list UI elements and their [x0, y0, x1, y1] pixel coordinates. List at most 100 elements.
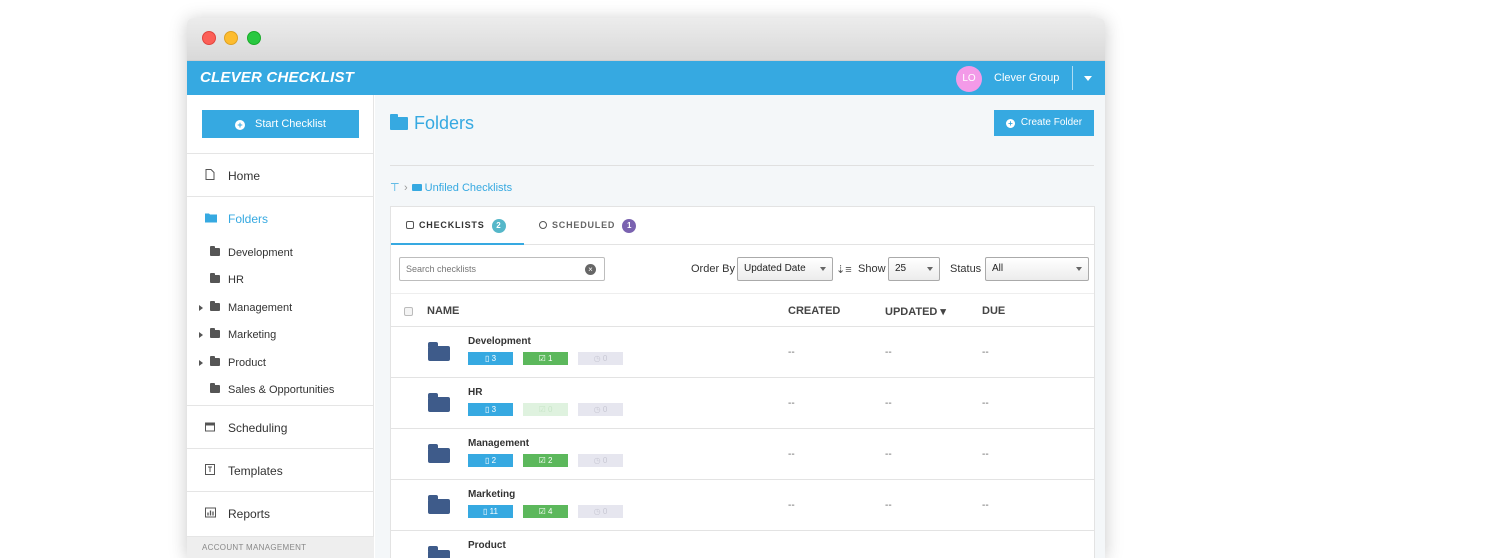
- folder-icon: [428, 342, 450, 361]
- divider: [390, 165, 1094, 166]
- completed-count: 4: [547, 507, 553, 516]
- tab-label: SCHEDULED: [552, 220, 616, 230]
- start-checklist-button[interactable]: + Start Checklist: [202, 110, 359, 138]
- scheduled-count-badge: ◷ 0: [578, 454, 623, 467]
- select-all-checkbox[interactable]: [404, 307, 413, 316]
- column-header-name[interactable]: NAME: [427, 305, 459, 317]
- org-name[interactable]: Clever Group: [994, 72, 1059, 84]
- clock-icon: ◷: [593, 405, 603, 414]
- sidebar-folder-label: Product: [228, 357, 266, 369]
- table-row[interactable]: HR ▯ 3 ☑ 0 ◷ 0 -- -- --: [391, 378, 1094, 429]
- folder-name[interactable]: Marketing: [468, 489, 515, 500]
- expand-caret-icon[interactable]: [199, 332, 203, 338]
- sidebar-folder-development[interactable]: Development: [187, 240, 374, 267]
- sidebar-item-scheduling[interactable]: Scheduling: [187, 405, 374, 448]
- checklists-icon: [406, 221, 414, 229]
- order-by-label: Order By: [691, 263, 736, 275]
- sitemap-icon[interactable]: ⊤: [390, 181, 400, 194]
- show-select[interactable]: 25: [888, 257, 940, 281]
- sidebar-folder-hr[interactable]: HR: [187, 267, 374, 294]
- table-row[interactable]: Management ▯ 2 ☑ 2 ◷ 0 -- -- --: [391, 429, 1094, 480]
- column-header-due[interactable]: DUE: [982, 305, 1005, 317]
- completed-count: 0: [547, 405, 553, 414]
- sidebar-folder-sales[interactable]: Sales & Opportunities: [187, 377, 374, 404]
- checklist-count-badge: ▯ 11: [468, 505, 513, 518]
- tab-label: CHECKLISTS: [419, 220, 485, 230]
- table-row[interactable]: Development ▯ 3 ☑ 1 ◷ 0 -- -- --: [391, 327, 1094, 378]
- folder-icon: [210, 273, 220, 283]
- check-square-icon: ☑: [538, 456, 548, 465]
- minimize-window-button[interactable]: [224, 31, 238, 45]
- status-label: Status: [950, 263, 982, 275]
- folder-name[interactable]: HR: [468, 387, 482, 398]
- start-checklist-label: Start Checklist: [255, 118, 326, 130]
- search-input[interactable]: [399, 257, 605, 281]
- breadcrumb-separator-icon: ›: [404, 182, 408, 194]
- main-content: Folders + Create Folder ⊤ › Unfiled Checkli…: [375, 95, 1105, 558]
- sidebar-item-folders[interactable]: Folders: [187, 196, 374, 239]
- table-row[interactable]: Marketing ▯ 11 ☑ 4 ◷ 0 -- -- --: [391, 480, 1094, 531]
- sort-direction-icon[interactable]: ⇣≡: [836, 263, 852, 276]
- clock-icon: ◷: [593, 456, 603, 465]
- folder-icon: [428, 444, 450, 463]
- checklist-count: 2: [491, 456, 497, 465]
- folder-name[interactable]: Development: [468, 336, 531, 347]
- sidebar-item-reports[interactable]: Reports: [187, 491, 374, 534]
- breadcrumb-current[interactable]: Unfiled Checklists: [425, 182, 512, 194]
- created-value: --: [788, 449, 795, 460]
- sidebar-item-label: Templates: [228, 464, 283, 478]
- expand-caret-icon[interactable]: [199, 360, 203, 366]
- folder-icon: [210, 328, 220, 338]
- table-header: NAME CREATED UPDATED ▾ DUE: [391, 293, 1094, 327]
- expand-caret-icon[interactable]: [199, 305, 203, 311]
- doc-icon: ▯: [483, 507, 490, 516]
- maximize-window-button[interactable]: [247, 31, 261, 45]
- tab-scheduled[interactable]: SCHEDULED 1: [539, 207, 637, 245]
- folder-icon: [428, 495, 450, 514]
- sidebar-folder-marketing[interactable]: Marketing: [187, 322, 374, 349]
- sidebar-item-templates[interactable]: Templates: [187, 448, 374, 491]
- folder-icon: [390, 114, 408, 130]
- scheduled-count-badge: ◷ 0: [578, 352, 623, 365]
- sidebar-item-home[interactable]: Home: [187, 153, 374, 196]
- count-badge: 2: [491, 219, 506, 233]
- order-by-select[interactable]: Updated Date: [737, 257, 833, 281]
- clock-icon: [539, 221, 547, 229]
- chevron-down-icon: [927, 267, 933, 271]
- completed-count-badge: ☑ 4: [523, 505, 568, 518]
- show-label: Show: [858, 263, 886, 275]
- clear-search-icon[interactable]: ×: [585, 264, 596, 275]
- check-square-icon: ☑: [538, 405, 548, 414]
- scheduled-count: 0: [602, 405, 608, 414]
- sidebar-folder-label: Management: [228, 302, 293, 314]
- completed-count-badge: ☑ 2: [523, 454, 568, 467]
- folder-name[interactable]: Management: [468, 438, 529, 449]
- create-folder-button[interactable]: + Create Folder: [994, 110, 1094, 136]
- column-header-created[interactable]: CREATED: [788, 305, 840, 317]
- clock-icon: ◷: [593, 507, 603, 516]
- status-select[interactable]: All: [985, 257, 1089, 281]
- status-value: All: [992, 263, 1004, 274]
- close-window-button[interactable]: [202, 31, 216, 45]
- check-square-icon: ☑: [538, 507, 548, 516]
- tab-checklists[interactable]: CHECKLISTS 2: [391, 207, 524, 245]
- avatar[interactable]: LO: [956, 66, 982, 92]
- account-dropdown-icon[interactable]: [1084, 76, 1092, 81]
- due-value: --: [982, 347, 989, 358]
- template-icon: [205, 464, 215, 475]
- calendar-icon: [205, 422, 215, 432]
- folder-icon: [210, 383, 220, 393]
- sidebar-folder-product[interactable]: Product: [187, 350, 374, 377]
- completed-count: 2: [547, 456, 553, 465]
- bar-chart-icon: [205, 507, 216, 518]
- sidebar-item-label: Scheduling: [228, 421, 288, 435]
- browser-window: CLEVER CHECKLIST LO Clever Group + Start …: [187, 18, 1105, 558]
- completed-count: 1: [547, 354, 553, 363]
- show-value: 25: [895, 263, 907, 274]
- table-row[interactable]: Product: [391, 531, 1094, 558]
- app-logo[interactable]: CLEVER CHECKLIST: [200, 69, 354, 86]
- column-header-updated[interactable]: UPDATED ▾: [885, 305, 946, 318]
- chevron-down-icon: [820, 267, 826, 271]
- sidebar-folder-management[interactable]: Management: [187, 295, 374, 322]
- file-icon: [205, 169, 215, 180]
